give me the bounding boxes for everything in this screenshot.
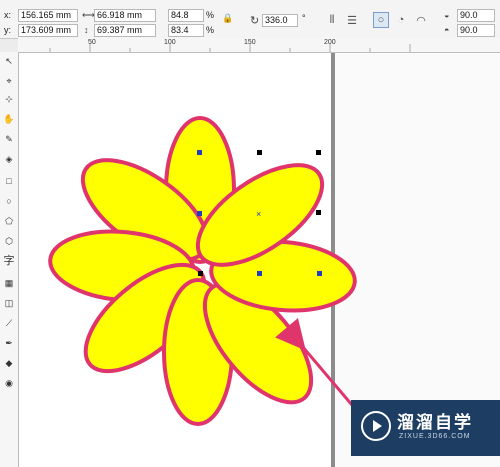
- play-logo-icon: [361, 411, 391, 441]
- watermark-title: 溜溜自学: [397, 413, 473, 432]
- center-marker-icon[interactable]: ×: [256, 209, 261, 219]
- watermark-subtitle: ZIXUE.3D66.COM: [399, 433, 471, 440]
- watermark-badge: 溜溜自学 ZIXUE.3D66.COM: [351, 400, 500, 456]
- drawing-layer: ×: [48, 116, 357, 426]
